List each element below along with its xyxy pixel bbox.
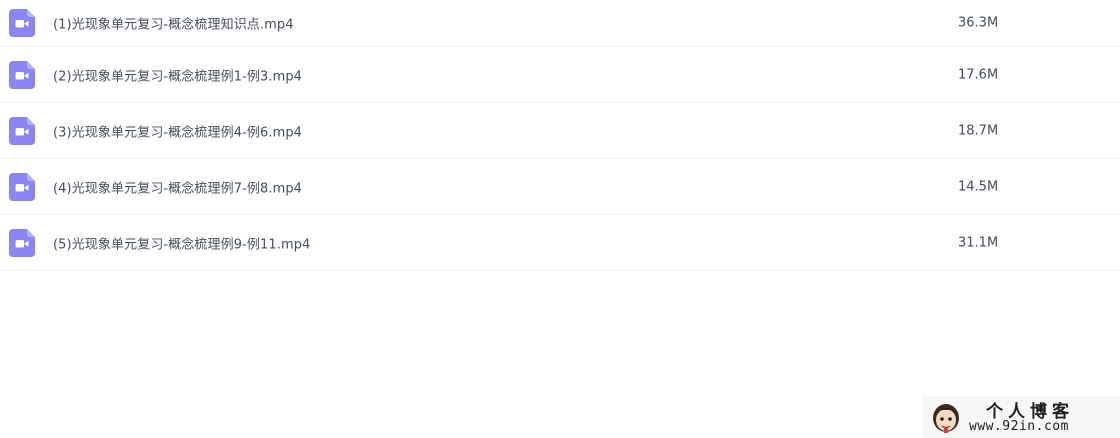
cartoon-avatar-icon [933, 404, 959, 433]
file-size: 17.6M [958, 67, 999, 82]
file-row[interactable]: (5)光现象单元复习-概念梳理例9-例11.mp4 31.1M [0, 215, 1120, 271]
file-row[interactable]: (1)光现象单元复习-概念梳理知识点.mp4 36.3M [0, 0, 1120, 47]
file-size: 18.7M [958, 123, 999, 138]
file-name[interactable]: (2)光现象单元复习-概念梳理例1-例3.mp4 [53, 65, 302, 84]
watermark: 个人博客 www.92in.com [922, 396, 1120, 438]
file-name[interactable]: (4)光现象单元复习-概念梳理例7-例8.mp4 [53, 177, 302, 196]
file-row[interactable]: (3)光现象单元复习-概念梳理例4-例6.mp4 18.7M [0, 103, 1120, 159]
file-row[interactable]: (4)光现象单元复习-概念梳理例7-例8.mp4 14.5M [0, 159, 1120, 215]
watermark-url: www.92in.com [969, 419, 1069, 434]
file-list: (1)光现象单元复习-概念梳理知识点.mp4 36.3M (2)光现象单元复习-… [0, 0, 1120, 271]
video-file-icon [9, 60, 35, 89]
video-file-icon [9, 9, 35, 37]
file-name[interactable]: (3)光现象单元复习-概念梳理例4-例6.mp4 [53, 121, 302, 140]
file-size: 14.5M [958, 179, 999, 194]
file-size: 31.1M [958, 235, 999, 250]
file-row[interactable]: (2)光现象单元复习-概念梳理例1-例3.mp4 17.6M [0, 47, 1120, 103]
file-list-page: (1)光现象单元复习-概念梳理知识点.mp4 36.3M (2)光现象单元复习-… [0, 0, 1120, 438]
video-file-icon [9, 172, 35, 201]
video-file-icon [9, 116, 35, 145]
file-name[interactable]: (1)光现象单元复习-概念梳理知识点.mp4 [53, 14, 294, 33]
video-file-icon [9, 228, 35, 257]
file-size: 36.3M [958, 15, 999, 31]
file-name[interactable]: (5)光现象单元复习-概念梳理例9-例11.mp4 [53, 233, 310, 252]
